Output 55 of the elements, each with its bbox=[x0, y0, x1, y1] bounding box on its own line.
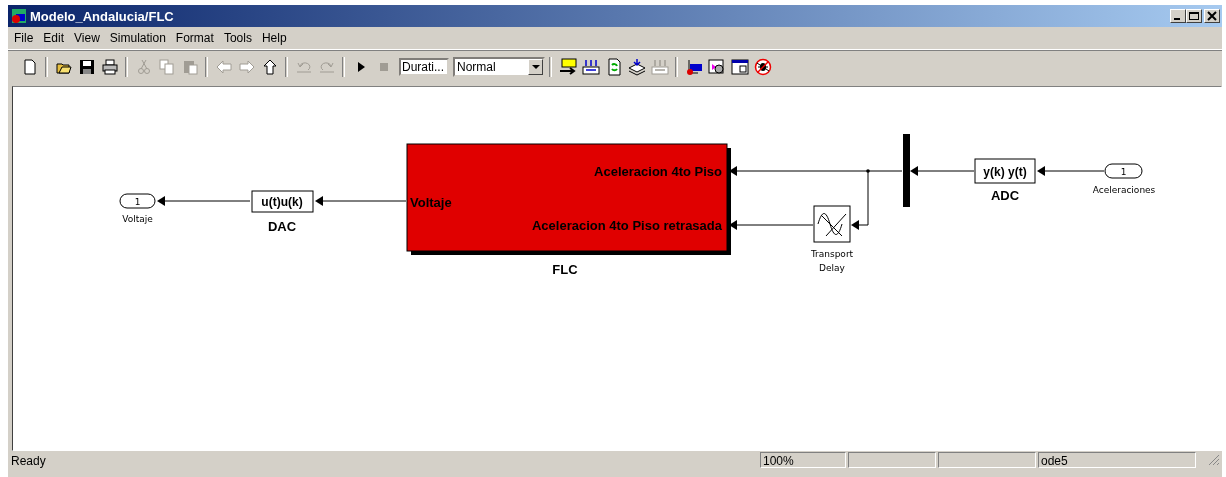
window-title: Modelo_Andalucia/FLC bbox=[30, 8, 174, 24]
print-icon[interactable] bbox=[101, 59, 118, 75]
menu-item[interactable]: File bbox=[10, 31, 40, 45]
port-label: Voltaje bbox=[122, 214, 153, 224]
resize-grip-icon bbox=[1208, 454, 1220, 466]
menu-item[interactable]: Tools bbox=[219, 31, 258, 45]
block-label: FLC bbox=[552, 262, 578, 277]
minimize-button[interactable] bbox=[1170, 9, 1186, 23]
menu-item[interactable]: Edit bbox=[39, 31, 71, 45]
menu-item[interactable]: Format bbox=[171, 31, 220, 45]
solver-name: ode5 bbox=[1038, 452, 1196, 468]
inport-block bbox=[1104, 163, 1143, 179]
up-arrow-icon[interactable] bbox=[261, 59, 278, 75]
status-message: Ready bbox=[10, 453, 47, 468]
block-text: y(k) y(t) bbox=[983, 165, 1027, 179]
block-label: ADC bbox=[990, 188, 1020, 203]
signal-line bbox=[1037, 166, 1105, 176]
grid-icon[interactable] bbox=[581, 58, 600, 76]
window-icon[interactable] bbox=[730, 58, 749, 76]
block-text: u(t)u(k) bbox=[261, 195, 303, 209]
close-button[interactable] bbox=[1204, 9, 1220, 23]
transport-delay-block bbox=[813, 205, 851, 243]
minimize-icon bbox=[1173, 18, 1180, 20]
block-label: DAC bbox=[267, 219, 297, 234]
port-label: Aceleracion 4to Piso retrasada bbox=[531, 218, 722, 233]
adc-block bbox=[974, 158, 1036, 184]
stop-time-field[interactable]: Durati... bbox=[399, 58, 449, 76]
save-icon[interactable] bbox=[78, 59, 95, 75]
chart-icon[interactable] bbox=[558, 58, 577, 76]
menu-item[interactable]: Simulation bbox=[105, 31, 172, 45]
port-label: Voltaje bbox=[410, 195, 452, 210]
app-icon bbox=[11, 8, 27, 24]
port-number: 1 bbox=[134, 197, 141, 207]
menu-item[interactable]: Help bbox=[257, 31, 293, 45]
port-label: Aceleracion 4to Piso bbox=[594, 164, 722, 179]
new-file-icon[interactable] bbox=[21, 59, 38, 75]
zoom-level: 100% bbox=[760, 452, 846, 468]
close-icon bbox=[1206, 11, 1218, 21]
block-icon[interactable] bbox=[684, 58, 703, 76]
bug-icon[interactable] bbox=[753, 58, 772, 76]
signal-line bbox=[910, 166, 975, 176]
stack-icon[interactable] bbox=[627, 58, 646, 76]
magnifier-icon[interactable] bbox=[707, 58, 726, 76]
menu-item[interactable]: View bbox=[70, 31, 106, 45]
branch-line bbox=[851, 169, 870, 230]
port-label: Aceleraciones bbox=[1092, 185, 1156, 195]
block-label: Delay bbox=[819, 263, 845, 273]
block-label: Transport bbox=[810, 249, 854, 259]
maximize-button[interactable] bbox=[1186, 9, 1202, 23]
simulation-mode-dropdown[interactable]: Normal bbox=[453, 57, 545, 77]
caret-icon bbox=[531, 64, 540, 70]
outport-block bbox=[119, 193, 156, 209]
port-number: 1 bbox=[1120, 167, 1127, 177]
maximize-icon bbox=[1188, 11, 1200, 21]
dac-block bbox=[251, 190, 314, 213]
